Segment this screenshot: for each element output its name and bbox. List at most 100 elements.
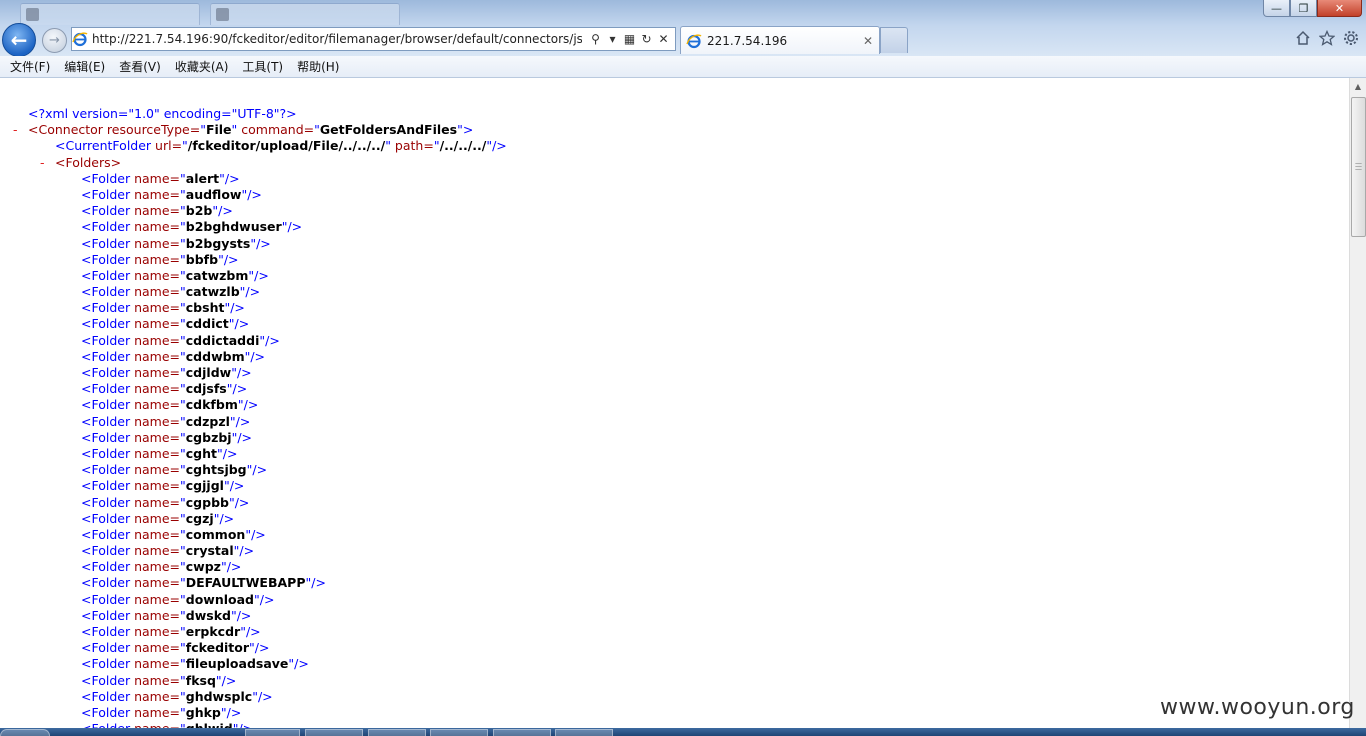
active-tab[interactable]: 221.7.54.196 ✕ <box>680 26 880 54</box>
xml-declaration: <?xml version="1.0" encoding="UTF-8"?> <box>0 106 1340 122</box>
folder-tag: <Folder <box>81 721 130 728</box>
tag-close: /> <box>223 251 239 267</box>
tab-close-icon[interactable]: ✕ <box>863 34 873 48</box>
menu-favorites[interactable]: 收藏夹(A) <box>169 56 235 77</box>
folder-row: <Folder name="cdkfbm"/> <box>0 397 1340 413</box>
refresh-icon[interactable]: ↻ <box>639 32 654 46</box>
scroll-up-icon[interactable]: ▲ <box>1350 78 1366 95</box>
taskbar-button[interactable] <box>493 729 551 736</box>
folder-name: catwzlb <box>185 284 240 300</box>
attr-name: name= <box>130 219 181 235</box>
compat-view-icon[interactable]: ▦ <box>622 32 637 46</box>
background-tab[interactable] <box>20 3 200 25</box>
tag-close: /> <box>239 543 255 559</box>
tag-close: > <box>462 122 474 138</box>
attr-name: name= <box>130 510 181 526</box>
folder-row: <Folder name="cddictaddi"/> <box>0 333 1340 349</box>
folder-name: cgjjgl <box>185 478 224 494</box>
attr-name: url= <box>151 138 183 154</box>
folder-name: erpkcdr <box>185 624 241 639</box>
tag-close: /> <box>229 478 245 494</box>
menu-edit[interactable]: 编辑(E) <box>58 56 111 77</box>
ie-page-icon <box>72 31 88 47</box>
tag-close: /> <box>232 381 248 397</box>
attr-name: name= <box>130 316 181 332</box>
menu-view[interactable]: 查看(V) <box>113 56 167 77</box>
folder-name: cdzpzl <box>185 413 230 429</box>
attr-name: name= <box>130 348 181 364</box>
folder-name: alert <box>185 170 220 186</box>
attr-name: command= <box>237 122 315 138</box>
folder-row: <Folder name="fksq"/> <box>0 673 1340 689</box>
folder-name: cgzj <box>185 510 214 526</box>
tag-close: /> <box>224 170 240 186</box>
attr-name: name= <box>130 445 181 461</box>
attr-name: name= <box>130 640 181 656</box>
dropdown-icon[interactable]: ▾ <box>605 32 620 46</box>
vertical-scrollbar[interactable]: ▲ — — — <box>1349 78 1366 728</box>
attr-value: File <box>205 122 232 138</box>
xml-folders-line: - <Folders> <box>0 155 1340 171</box>
attr-name: name= <box>130 251 181 267</box>
attr-name: name= <box>130 607 181 623</box>
folder-tag: <Folder <box>81 413 131 429</box>
search-icon[interactable]: ⚲ <box>588 32 603 46</box>
close-button[interactable]: ✕ <box>1317 0 1362 17</box>
tag-close: /> <box>250 348 266 364</box>
tag-close: /> <box>236 607 252 623</box>
folder-tag: <Folder <box>81 348 131 364</box>
folder-row: <Folder name="DEFAULTWEBAPP"/> <box>0 575 1340 591</box>
url-input[interactable] <box>88 29 586 49</box>
collapse-toggle-folders[interactable]: - <box>40 155 45 171</box>
tag-close: /> <box>252 462 268 478</box>
address-bar[interactable]: ⚲ ▾ ▦ ↻ ✕ <box>71 27 676 51</box>
folder-tag: <Folder <box>81 186 131 202</box>
folder-tag: <Folder <box>81 267 131 283</box>
currentfolder-tag: <CurrentFolder <box>55 138 152 154</box>
forward-button[interactable]: → <box>42 28 67 53</box>
folder-row: <Folder name="cght"/> <box>0 446 1340 462</box>
attr-name: name= <box>130 413 181 429</box>
taskbar-button[interactable] <box>245 729 300 736</box>
tag-close: /> <box>226 559 242 575</box>
home-icon[interactable] <box>1294 29 1312 47</box>
folder-name: download <box>185 591 255 607</box>
taskbar-button[interactable] <box>368 729 426 736</box>
xml-connector-line: - <Connector resourceType="File" command… <box>0 122 1340 138</box>
folder-tag: <Folder <box>81 235 131 251</box>
stop-icon[interactable]: ✕ <box>656 32 671 46</box>
collapse-toggle-connector[interactable]: - <box>13 122 18 138</box>
folder-tag: <Folder <box>81 656 131 672</box>
start-button[interactable] <box>0 729 50 736</box>
menu-tools[interactable]: 工具(T) <box>236 56 289 77</box>
maximize-button[interactable]: ❐ <box>1290 0 1317 17</box>
favorites-star-icon[interactable] <box>1318 29 1336 47</box>
folder-name: DEFAULTWEBAPP <box>185 575 306 591</box>
folder-row: <Folder name="catwzbm"/> <box>0 268 1340 284</box>
scroll-thumb[interactable]: — — — <box>1351 97 1366 237</box>
tag-close: /> <box>311 575 326 591</box>
taskbar-button[interactable] <box>555 729 613 736</box>
back-button[interactable]: ← <box>2 23 36 57</box>
minimize-button[interactable]: — <box>1263 0 1290 17</box>
menu-file[interactable]: 文件(F) <box>4 56 56 77</box>
tag-close: /> <box>219 510 235 526</box>
attr-value: /../../../ <box>439 138 487 154</box>
taskbar-button[interactable] <box>430 729 488 736</box>
new-tab-button[interactable] <box>880 27 908 53</box>
tag-close: /> <box>265 332 280 348</box>
folder-name: catwzbm <box>185 267 249 283</box>
background-tab[interactable] <box>210 3 400 25</box>
folder-name: cgpbb <box>185 494 229 510</box>
taskbar-button[interactable] <box>305 729 363 736</box>
folder-name: b2b <box>185 203 213 219</box>
gear-icon[interactable] <box>1342 29 1360 47</box>
tag-close: /> <box>221 672 237 688</box>
menu-help[interactable]: 帮助(H) <box>291 56 345 77</box>
minimize-icon: — <box>1271 1 1282 15</box>
folder-tag: <Folder <box>81 624 131 639</box>
folder-row: <Folder name="cddwbm"/> <box>0 349 1340 365</box>
folder-row: <Folder name="b2b"/> <box>0 203 1340 219</box>
folder-row: <Folder name="download"/> <box>0 592 1340 608</box>
folder-tag: <Folder <box>81 575 131 591</box>
